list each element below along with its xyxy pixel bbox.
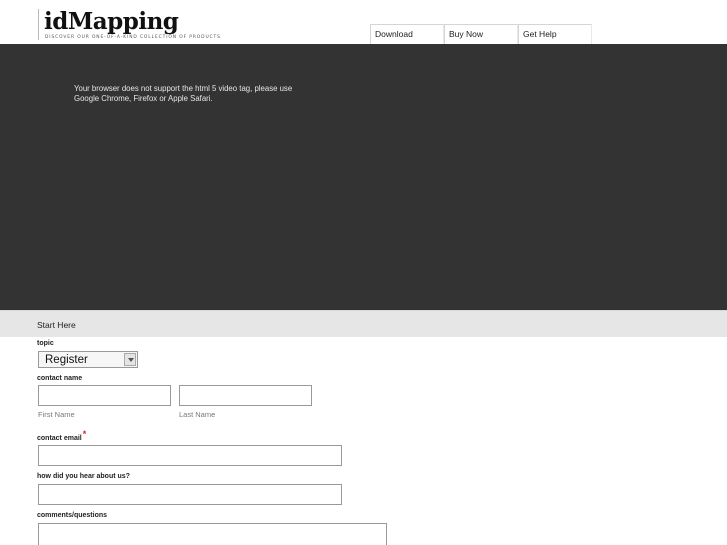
comments-label: comments/questions: [37, 512, 108, 519]
logo-divider: [38, 9, 39, 40]
section-header: Start Here: [0, 310, 727, 337]
section-title: Start Here: [37, 320, 76, 330]
contact-email-input[interactable]: [38, 445, 342, 466]
site-tagline: DISCOVER OUR ONE-OF-A-KIND COLLECTION OF…: [45, 35, 221, 40]
topic-select[interactable]: Register: [38, 351, 138, 368]
site-header: idMapping DISCOVER OUR ONE-OF-A-KIND COL…: [0, 0, 727, 44]
first-name-sublabel: First Name: [38, 410, 75, 419]
last-name-sublabel: Last Name: [179, 410, 216, 419]
site-logo[interactable]: idMapping: [44, 9, 179, 34]
first-name-input[interactable]: [38, 385, 171, 406]
required-marker: *: [82, 429, 87, 439]
comments-textarea[interactable]: [38, 523, 387, 545]
nav-buy-now[interactable]: Buy Now: [444, 24, 518, 44]
contact-email-label: contact email*: [37, 429, 87, 442]
heard-about-label: how did you hear about us?: [37, 473, 130, 480]
last-name-input[interactable]: [179, 385, 312, 406]
nav-download[interactable]: Download: [370, 24, 444, 44]
topic-selected-value: Register: [45, 354, 88, 366]
video-fallback-message: Your browser does not support the html 5…: [74, 84, 293, 103]
contact-email-label-text: contact email: [37, 435, 82, 442]
heard-about-input[interactable]: [38, 484, 342, 505]
top-nav: Download Buy Now Get Help: [370, 24, 592, 44]
dropdown-arrow-icon[interactable]: [124, 353, 136, 366]
contact-name-label: contact name: [37, 375, 83, 382]
video-player[interactable]: Your browser does not support the html 5…: [0, 44, 727, 310]
topic-label: topic: [37, 340, 54, 347]
nav-get-help[interactable]: Get Help: [518, 24, 592, 44]
